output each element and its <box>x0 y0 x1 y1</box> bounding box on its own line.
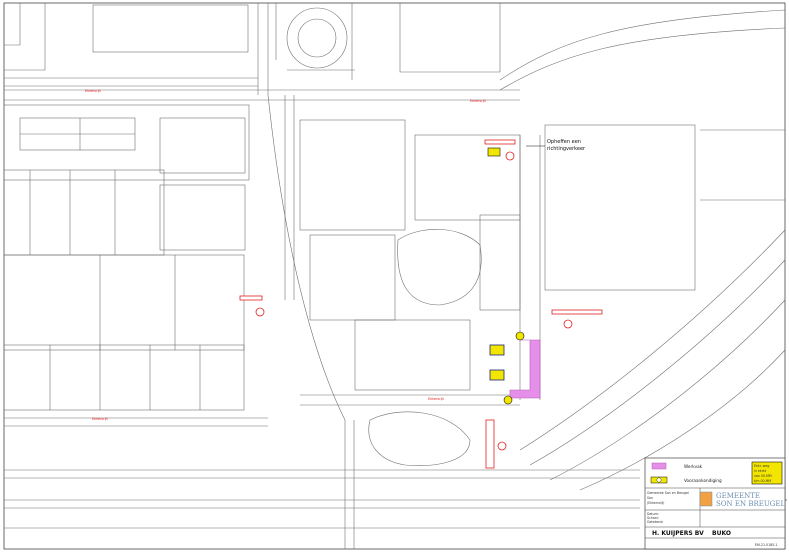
traffic-sign-icon <box>489 369 505 381</box>
courtyard <box>397 229 482 306</box>
roundabout-inner <box>297 18 337 58</box>
road-edge <box>700 129 785 201</box>
municipality-name: GEMEENTE <box>716 492 760 500</box>
traffic-plan-map: Ekkersrijt Ekkersrijt Ekkersrijt Ekkersr… <box>3 2 787 550</box>
building-block <box>159 117 246 174</box>
street-label: Ekkersrijt <box>85 89 101 93</box>
road-edge <box>267 94 355 549</box>
building-block <box>354 319 471 391</box>
building-block <box>3 344 245 411</box>
legend-vooraankondiging-label: Vooraankondiging <box>684 478 722 483</box>
building-block <box>479 214 521 311</box>
road-edge <box>4 417 268 427</box>
street-label: Ekkersrijt <box>428 397 444 401</box>
notice-sign-text: t/m 00-MM <box>754 479 771 483</box>
annotation-text: Opheffen een <box>547 139 581 145</box>
brand-logo: BUKO <box>712 530 731 537</box>
building-block <box>299 119 406 231</box>
road-edge <box>300 394 520 406</box>
building-block <box>3 169 165 256</box>
rail-curve <box>549 299 786 481</box>
road-edge <box>257 3 355 95</box>
vooraankondiging-sign-icon <box>650 476 668 484</box>
work-zone <box>509 339 541 399</box>
werkvak-swatch-icon <box>651 462 667 470</box>
street-label: Ekkersrijt <box>92 417 108 421</box>
contractor-name: H. KUIJPERS BV <box>652 530 704 537</box>
road-edge <box>284 95 295 300</box>
notice-sign-text: van 00-MM <box>754 474 772 478</box>
building-divider <box>29 170 116 255</box>
project-line: Gemeente Son en Breugel <box>647 491 689 495</box>
project-line: Son <box>647 496 653 500</box>
notice-sign-text: Ekkr. weg <box>754 464 769 468</box>
meta-line: Getekend: <box>647 520 663 524</box>
project-line: (Ekkersrijt) <box>647 501 664 505</box>
parking-loop <box>368 411 471 466</box>
no-entry-sign-icon <box>563 319 573 329</box>
building-divider <box>20 118 135 150</box>
building-divider <box>99 255 176 350</box>
no-entry-sign-icon <box>497 441 507 451</box>
no-entry-sign-icon <box>255 307 265 317</box>
roundabout <box>286 7 348 69</box>
building-block <box>309 234 396 321</box>
rail-track <box>4 469 640 529</box>
warning-sign-icon <box>503 395 513 405</box>
building-block <box>414 134 521 221</box>
building-block <box>3 104 250 181</box>
map-sheet: Ekkersrijt Ekkersrijt Ekkersrijt Ekkersr… <box>0 0 789 552</box>
main-road <box>4 89 520 101</box>
warning-sign-icon <box>515 331 525 341</box>
notice-sign-text: in ekrkt <box>754 469 767 473</box>
traffic-sign-icon <box>489 344 505 356</box>
building-outline <box>4 3 21 46</box>
building-block <box>3 254 245 351</box>
drawing-number: EM-21-0185-1 <box>755 543 777 547</box>
road-edge <box>4 77 258 87</box>
no-entry-sign-icon <box>505 151 515 161</box>
building-outline <box>4 3 46 71</box>
rail-curve <box>529 259 786 466</box>
road-curve <box>499 9 786 81</box>
annotation-text: richtingverkeer <box>547 146 586 152</box>
road-curve <box>499 27 786 91</box>
street-label: Ekkersrijt <box>470 99 486 103</box>
building-divider <box>49 345 201 410</box>
building-outline <box>399 3 501 73</box>
notice-board-icon <box>487 147 501 157</box>
municipality-crest-icon <box>699 491 713 507</box>
building-outline <box>92 4 249 53</box>
building-block <box>159 184 246 251</box>
legend-werkvak-label: Werkvak <box>684 464 703 469</box>
municipality-name: SON EN BREUGEL <box>716 500 785 508</box>
